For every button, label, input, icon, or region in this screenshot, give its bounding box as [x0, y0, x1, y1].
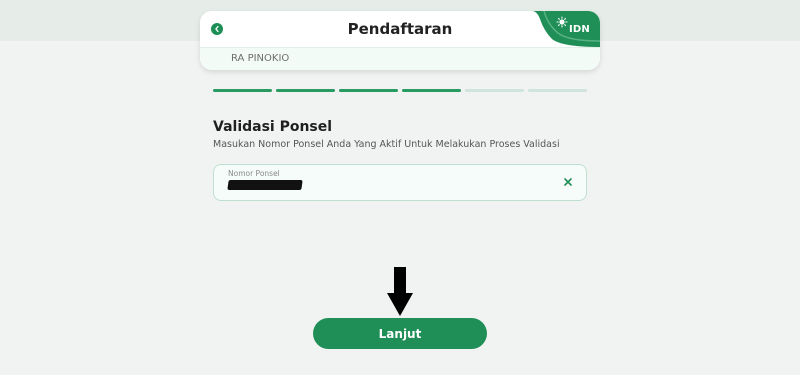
progress-step-6 [528, 89, 587, 92]
close-icon [564, 178, 572, 186]
section-title: Validasi Ponsel [213, 119, 333, 135]
progress-step-1 [213, 89, 272, 92]
header-card: Pendaftaran IDN RA PINOKIO [200, 11, 600, 70]
arrow-down-icon [387, 267, 413, 316]
progress-stepper [213, 89, 587, 93]
header-sub-bar: RA PINOKIO [200, 47, 600, 70]
idn-logo: IDN [532, 11, 600, 47]
header-top-bar: Pendaftaran IDN [200, 11, 600, 47]
sun-icon [556, 16, 568, 28]
section-subtitle: Masukan Nomor Ponsel Anda Yang Aktif Unt… [213, 139, 560, 150]
school-name: RA PINOKIO [231, 53, 290, 64]
clear-button[interactable] [563, 177, 573, 187]
continue-button[interactable]: Lanjut [313, 318, 487, 349]
progress-step-4 [402, 89, 461, 92]
progress-step-3 [339, 89, 398, 92]
phone-field-label: Nomor Ponsel [228, 169, 280, 178]
logo-text: IDN [569, 24, 590, 35]
progress-step-5 [465, 89, 524, 92]
phone-field-value-redacted[interactable] [227, 180, 303, 190]
phone-number-field[interactable]: Nomor Ponsel [213, 164, 587, 201]
progress-step-2 [276, 89, 335, 92]
